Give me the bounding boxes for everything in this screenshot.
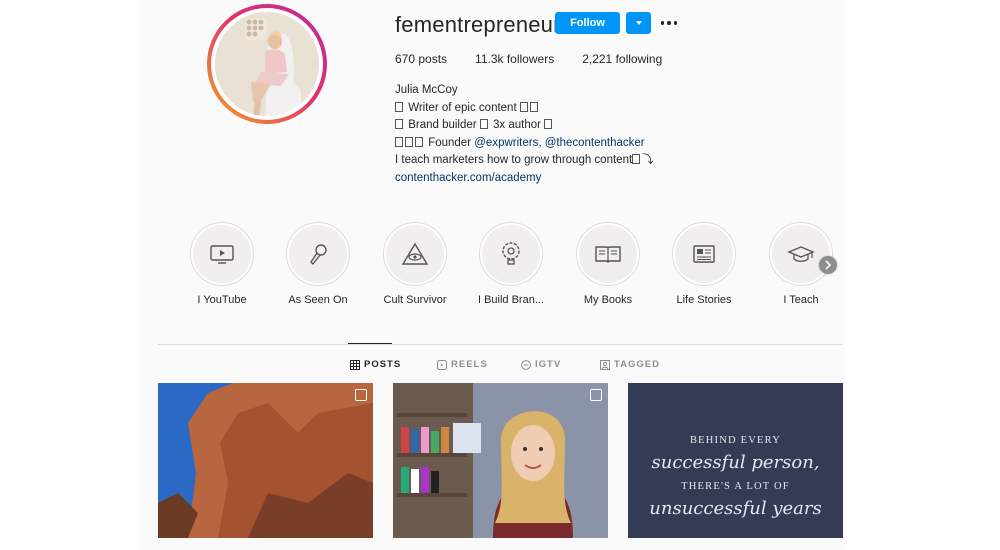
thecontenthacker-mention-link[interactable]: @thecontenthacker [545,137,645,149]
tab-reels[interactable]: REELS [437,359,488,370]
carousel-icon [590,389,602,401]
emoji-placeholder-icon [479,119,488,130]
followers-count[interactable]: 11.3k followers [475,52,554,66]
post-thumbnail-2[interactable] [393,383,608,538]
microphone-icon [310,244,327,266]
highlight-as-seen-on[interactable]: As Seen On [278,222,358,306]
tag-person-icon [600,359,610,370]
highlight-cult-survivor[interactable]: Cult Survivor [375,222,455,306]
follow-button[interactable]: Follow [555,12,620,34]
tab-tagged[interactable]: TAGGED [600,359,660,370]
bio-line-1: Writer of epic content [395,100,725,118]
igtv-icon [521,359,531,370]
username: fementrepreneur [395,12,561,37]
profile-avatar[interactable] [207,4,327,124]
eye-triangle-icon [401,242,429,265]
website-link[interactable]: contenthacker.com/academy [395,170,725,188]
bio-line-2: Brand builder 3x author [395,117,725,135]
avatar-photo [215,12,319,116]
more-options-button[interactable] [658,12,680,34]
emoji-placeholder-icon [632,154,641,165]
expwriters-mention-link[interactable]: @expwriters, [474,137,541,149]
tab-igtv[interactable]: IGTV [521,359,561,370]
post-2-image [393,383,608,538]
dot-icon [673,21,678,25]
highlight-life-stories[interactable]: Life Stories [664,222,744,306]
post-1-image [158,383,373,538]
arrow-icon: ⤵ [642,154,654,167]
profile-page: fementrepreneur Follow 670 posts 11.3k f… [140,0,845,550]
emoji-placeholder-icon [395,119,403,130]
newspaper-icon [693,245,715,263]
active-tab-indicator [348,343,392,344]
chevron-right-icon [825,260,832,270]
graduation-cap-icon [787,246,815,262]
emoji-placeholder-icon [395,136,403,147]
post-3-quote: BEHIND EVERY successful person, THERE'S … [649,435,822,519]
highlight-youtube[interactable]: I YouTube [182,222,262,306]
dot-icon [667,21,671,25]
highlight-my-books[interactable]: My Books [568,222,648,306]
reels-icon [437,359,447,370]
suggested-accounts-dropdown-button[interactable] [626,12,651,34]
emoji-placeholder-icon [415,136,423,147]
highlight-build-brands[interactable]: I Build Bran... [471,222,551,306]
emoji-placeholder-icon [529,101,538,112]
emoji-placeholder-icon [544,119,553,130]
dot-icon [660,21,665,25]
emoji-placeholder-icon [405,136,413,147]
tabs-divider [158,344,843,345]
posts-count: 670 posts [395,52,448,66]
full-name: Julia McCoy [395,84,458,96]
tab-posts[interactable]: POSTS [350,359,401,370]
caret-down-icon [635,21,642,25]
post-thumbnail-1[interactable] [158,383,373,538]
following-count[interactable]: 2,221 following [582,52,662,66]
book-icon [595,246,621,263]
highlights-next-button[interactable] [819,256,837,274]
gear-lightbulb-icon [502,242,520,265]
carousel-icon [355,389,367,401]
bio-line-4: I teach marketers how to grow through co… [395,154,654,167]
emoji-placeholder-icon [519,101,528,112]
profile-stats: 670 posts 11.3k followers 2,221 followin… [395,52,690,66]
bio-line-3: Founder @expwriters, @thecontenthacker [395,135,725,153]
profile-bio: Julia McCoy Writer of epic content Brand… [395,82,725,188]
post-thumbnail-3[interactable]: BEHIND EVERY successful person, THERE'S … [628,383,843,538]
grid-icon [350,359,360,370]
emoji-placeholder-icon [395,101,403,112]
video-icon [210,245,234,264]
